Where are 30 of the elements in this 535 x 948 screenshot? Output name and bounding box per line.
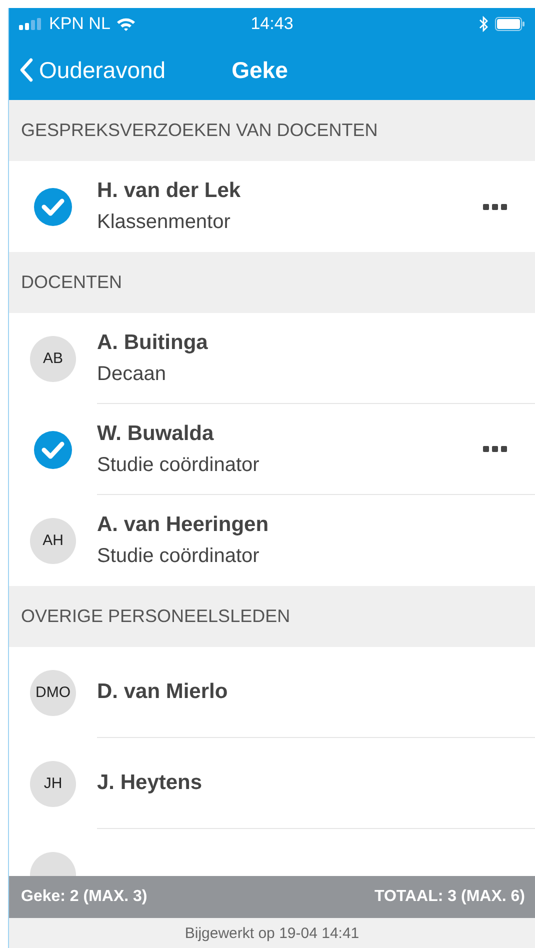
clock-time: 14:43 [250,14,294,34]
screen-title: Geke [232,56,288,84]
teacher-name: A. Buitinga [97,330,208,354]
chevron-left-icon [19,58,33,82]
more-icon[interactable] [483,204,507,210]
teacher-name: J. Heytens [97,771,202,795]
section-header: OVERIGE PERSONEELSLEDEN [9,586,535,647]
signal-icon [19,18,43,30]
teacher-name: D. van Mierlo [97,680,228,704]
initials-avatar: AH [30,518,76,564]
update-timestamp: Bijgewerkt op 19-04 14:41 [9,918,535,948]
section-header: GESPREKSVERZOEKEN VAN DOCENTEN [9,100,535,161]
bluetooth-icon [479,16,489,32]
teacher-name: H. van der Lek [97,179,241,203]
teacher-name: W. Buwalda [97,422,215,446]
teacher-role: Decaan [97,362,167,386]
teacher-name: A. van Heeringen [97,513,269,537]
teacher-role: Klassenmentor [97,211,232,234]
initials-avatar: AB [30,336,76,382]
more-icon[interactable] [483,446,507,452]
student-count: Geke: 2 (MAX. 3) [21,888,148,906]
teacher-role: Studie coördinator [97,545,260,568]
initials-avatar: JH [30,760,76,806]
carrier-name: KPN NL [49,14,110,34]
total-count: TOTAAL: 3 (MAX. 6) [374,888,525,906]
section-header: DOCENTEN [9,252,535,313]
battery-icon [495,17,525,31]
initials-avatar: DMO [30,670,76,716]
wifi-icon [116,17,136,31]
teacher-role: Studie coördinator [97,454,260,476]
